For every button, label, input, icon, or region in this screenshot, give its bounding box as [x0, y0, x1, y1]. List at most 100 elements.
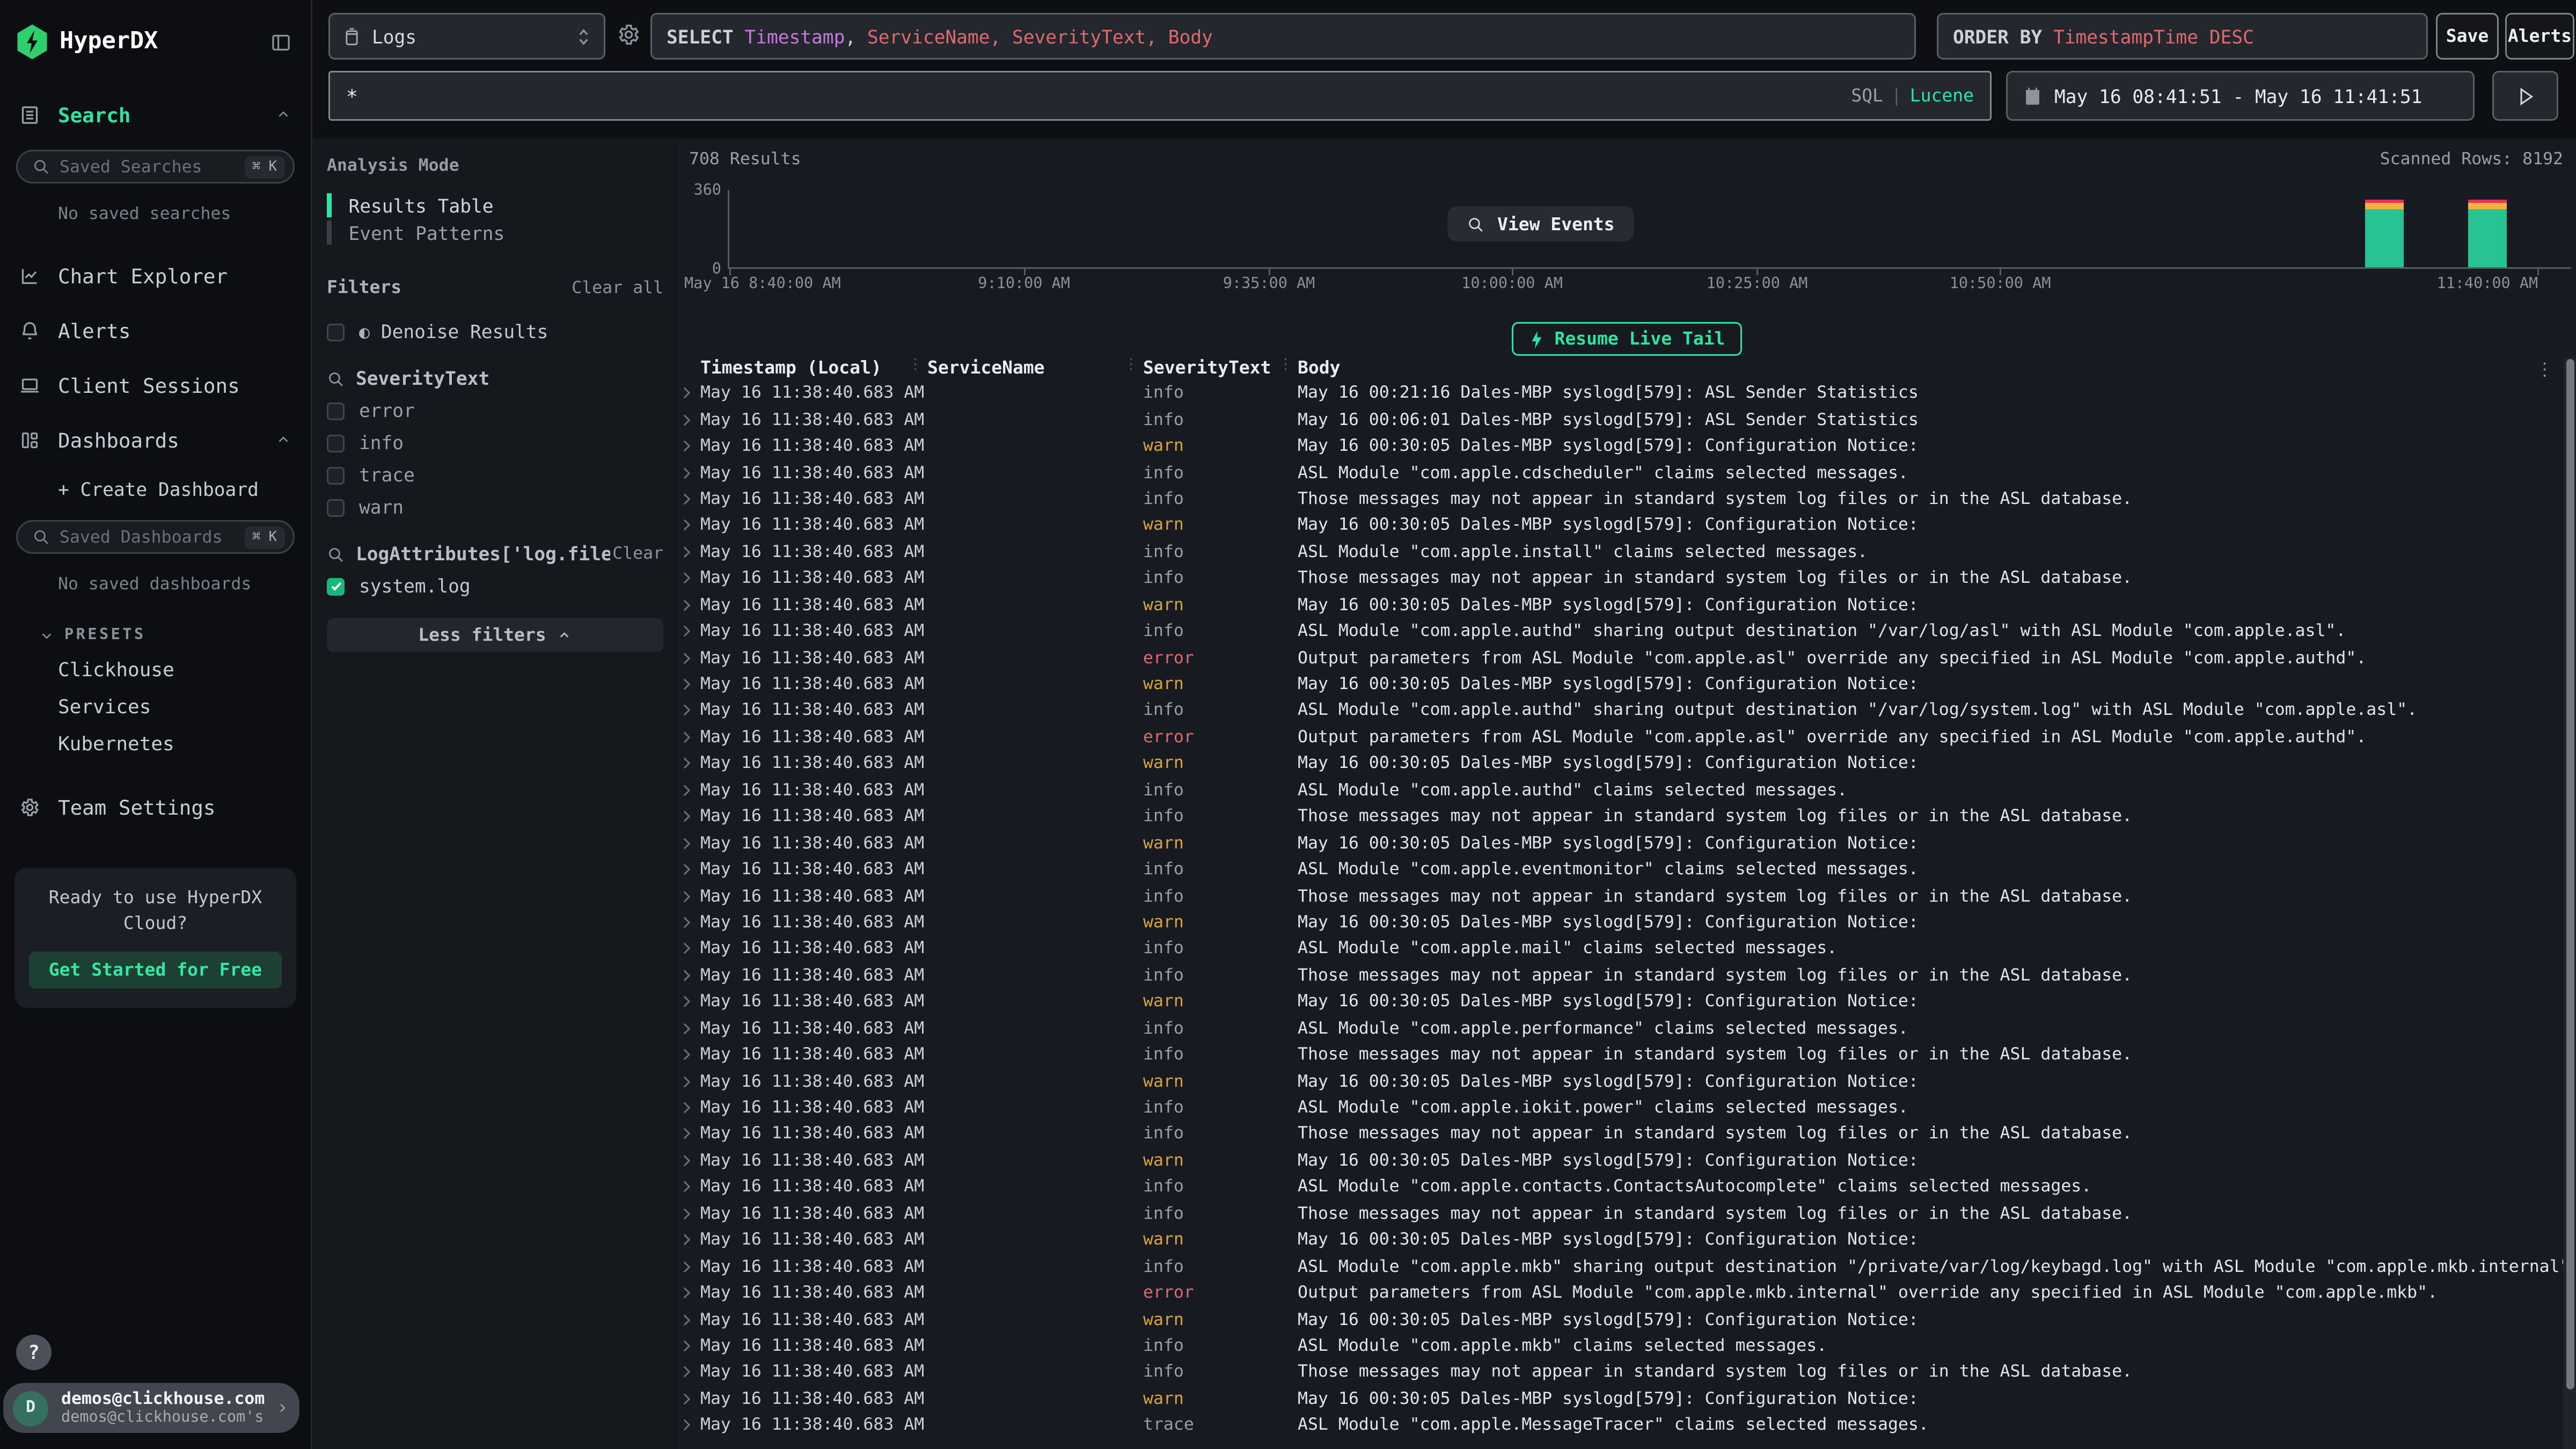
search-icon[interactable] — [327, 370, 345, 387]
table-row[interactable]: May 16 11:38:40.683 AM info ASL Module "… — [678, 857, 2563, 883]
table-row[interactable]: May 16 11:38:40.683 AM warn May 16 00:30… — [678, 1068, 2563, 1094]
source-select[interactable]: Logs — [328, 13, 605, 60]
sidebar-item-alerts[interactable]: Alerts — [0, 314, 311, 346]
filter-option[interactable]: error — [327, 399, 663, 422]
row-expand-chevron-icon[interactable] — [683, 969, 700, 982]
table-row[interactable]: May 16 11:38:40.683 AM info ASL Module "… — [678, 1174, 2563, 1200]
column-drag-icon[interactable]: ⋮ — [1278, 357, 1293, 374]
preset-item[interactable]: Services — [58, 696, 311, 718]
row-expand-chevron-icon[interactable] — [683, 1207, 700, 1220]
checkbox[interactable] — [327, 499, 345, 516]
help-button[interactable]: ? — [16, 1335, 52, 1370]
histogram-bar[interactable] — [2365, 199, 2404, 268]
sql-mode-toggle[interactable]: SQL — [1851, 85, 1883, 106]
lucene-mode-toggle[interactable]: Lucene — [1910, 85, 1974, 106]
checkbox[interactable] — [327, 323, 345, 341]
table-row[interactable]: May 16 11:38:40.683 AM info May 16 00:21… — [678, 380, 2563, 406]
filter-option[interactable]: warn — [327, 496, 663, 518]
sidebar-item-dashboards[interactable]: Dashboards — [0, 423, 311, 456]
table-row[interactable]: May 16 11:38:40.683 AM warn May 16 00:30… — [678, 909, 2563, 935]
table-row[interactable]: May 16 11:38:40.683 AM info ASL Module "… — [678, 1094, 2563, 1121]
row-expand-chevron-icon[interactable] — [683, 704, 700, 717]
row-expand-chevron-icon[interactable] — [683, 1075, 700, 1088]
table-row[interactable]: May 16 11:38:40.683 AM warn May 16 00:30… — [678, 513, 2563, 539]
run-query-button[interactable] — [2492, 71, 2558, 121]
table-scrollbar[interactable] — [2563, 357, 2576, 1449]
source-settings-gear-icon[interactable] — [617, 23, 641, 47]
table-row[interactable]: May 16 11:38:40.683 AM info ASL Module "… — [678, 539, 2563, 565]
saved-searches-input[interactable]: Saved Searches ⌘ K — [16, 150, 295, 184]
row-expand-chevron-icon[interactable] — [683, 942, 700, 955]
row-expand-chevron-icon[interactable] — [683, 387, 700, 400]
search-icon[interactable] — [327, 545, 345, 563]
row-expand-chevron-icon[interactable] — [683, 1234, 700, 1247]
date-range-picker[interactable]: May 16 08:41:51 - May 16 11:41:51 — [2006, 71, 2475, 121]
resume-live-tail-button[interactable]: Resume Live Tail — [1511, 322, 1743, 356]
row-expand-chevron-icon[interactable] — [683, 810, 700, 823]
order-by-editor[interactable]: ORDER BY TimestampTime DESC — [1937, 13, 2428, 60]
table-row[interactable]: May 16 11:38:40.683 AM info May 16 00:06… — [678, 406, 2563, 433]
preset-item[interactable]: Clickhouse — [58, 658, 311, 681]
row-expand-chevron-icon[interactable] — [683, 1313, 700, 1326]
row-expand-chevron-icon[interactable] — [683, 598, 700, 611]
row-expand-chevron-icon[interactable] — [683, 837, 700, 850]
row-expand-chevron-icon[interactable] — [683, 1048, 700, 1061]
table-row[interactable]: May 16 11:38:40.683 AM warn May 16 00:30… — [678, 1227, 2563, 1253]
table-row[interactable]: May 16 11:38:40.683 AM warn May 16 00:30… — [678, 830, 2563, 856]
table-row[interactable]: May 16 11:38:40.683 AM info ASL Module "… — [678, 777, 2563, 803]
column-header-body[interactable]: ⋮Body — [1298, 357, 2563, 378]
column-drag-icon[interactable]: ⋮ — [1124, 357, 1138, 374]
sidebar-item-client-sessions[interactable]: Client Sessions — [0, 369, 311, 401]
select-columns-editor[interactable]: SELECT Timestamp, ServiceName, SeverityT… — [650, 13, 1916, 60]
get-started-button[interactable]: Get Started for Free — [30, 952, 281, 989]
filter-option[interactable]: info — [327, 431, 663, 454]
filter-option[interactable]: system.log — [327, 575, 663, 597]
preset-item[interactable]: Kubernetes — [58, 733, 311, 755]
table-row[interactable]: May 16 11:38:40.683 AM error Output para… — [678, 645, 2563, 671]
column-header-servicename[interactable]: ⋮ServiceName — [927, 357, 1143, 378]
table-row[interactable]: May 16 11:38:40.683 AM trace ASL Module … — [678, 1412, 2563, 1438]
row-expand-chevron-icon[interactable] — [683, 890, 700, 903]
clear-filter-button[interactable]: Clear — [612, 544, 663, 564]
sidebar-item-chart-explorer[interactable]: Chart Explorer — [0, 259, 311, 291]
column-drag-icon[interactable]: ⋮ — [908, 357, 923, 374]
row-expand-chevron-icon[interactable] — [683, 1366, 700, 1379]
row-expand-chevron-icon[interactable] — [683, 1286, 700, 1299]
table-row[interactable]: May 16 11:38:40.683 AM warn May 16 00:30… — [678, 1147, 2563, 1174]
row-expand-chevron-icon[interactable] — [683, 1154, 700, 1167]
table-row[interactable]: May 16 11:38:40.683 AM info ASL Module "… — [678, 459, 2563, 486]
presets-toggle[interactable]: PRESETS — [39, 626, 311, 644]
tab-results-table[interactable]: Results Table — [327, 192, 663, 219]
table-options-kebab-icon[interactable]: ⋮ — [2536, 359, 2553, 380]
checkbox[interactable] — [327, 577, 345, 595]
row-expand-chevron-icon[interactable] — [683, 546, 700, 559]
alerts-button[interactable]: Alerts — [2505, 13, 2574, 60]
row-expand-chevron-icon[interactable] — [683, 863, 700, 876]
tab-event-patterns[interactable]: Event Patterns — [327, 219, 663, 246]
row-expand-chevron-icon[interactable] — [683, 493, 700, 506]
table-row[interactable]: May 16 11:38:40.683 AM warn May 16 00:30… — [678, 750, 2563, 777]
table-row[interactable]: May 16 11:38:40.683 AM info Those messag… — [678, 1359, 2563, 1386]
table-row[interactable]: May 16 11:38:40.683 AM warn May 16 00:30… — [678, 671, 2563, 697]
saved-dashboards-input[interactable]: Saved Dashboards ⌘ K — [16, 520, 295, 554]
row-expand-chevron-icon[interactable] — [683, 652, 700, 664]
table-row[interactable]: May 16 11:38:40.683 AM info Those messag… — [678, 486, 2563, 512]
table-row[interactable]: May 16 11:38:40.683 AM info Those messag… — [678, 1201, 2563, 1227]
table-row[interactable]: May 16 11:38:40.683 AM info Those messag… — [678, 565, 2563, 591]
row-expand-chevron-icon[interactable] — [683, 731, 700, 744]
user-menu[interactable]: D demos@clickhouse.com demos@clickhouse.… — [3, 1383, 299, 1433]
sidebar-item-search[interactable]: Search — [0, 98, 311, 130]
row-expand-chevron-icon[interactable] — [683, 1128, 700, 1140]
histogram-plot[interactable]: May 16 8:40:00 AM 9:10:00 AM — [728, 190, 2571, 269]
save-button[interactable]: Save — [2436, 13, 2499, 60]
row-expand-chevron-icon[interactable] — [683, 625, 700, 638]
clear-all-button[interactable]: Clear all — [572, 278, 663, 297]
table-row[interactable]: May 16 11:38:40.683 AM info ASL Module "… — [678, 936, 2563, 962]
scrollbar-thumb[interactable] — [2566, 359, 2574, 1389]
row-expand-chevron-icon[interactable] — [683, 466, 700, 479]
table-row[interactable]: May 16 11:38:40.683 AM info Those messag… — [678, 1042, 2563, 1068]
row-expand-chevron-icon[interactable] — [683, 1181, 700, 1194]
row-expand-chevron-icon[interactable] — [683, 916, 700, 929]
checkbox[interactable] — [327, 402, 345, 420]
table-row[interactable]: May 16 11:38:40.683 AM info Those messag… — [678, 883, 2563, 909]
